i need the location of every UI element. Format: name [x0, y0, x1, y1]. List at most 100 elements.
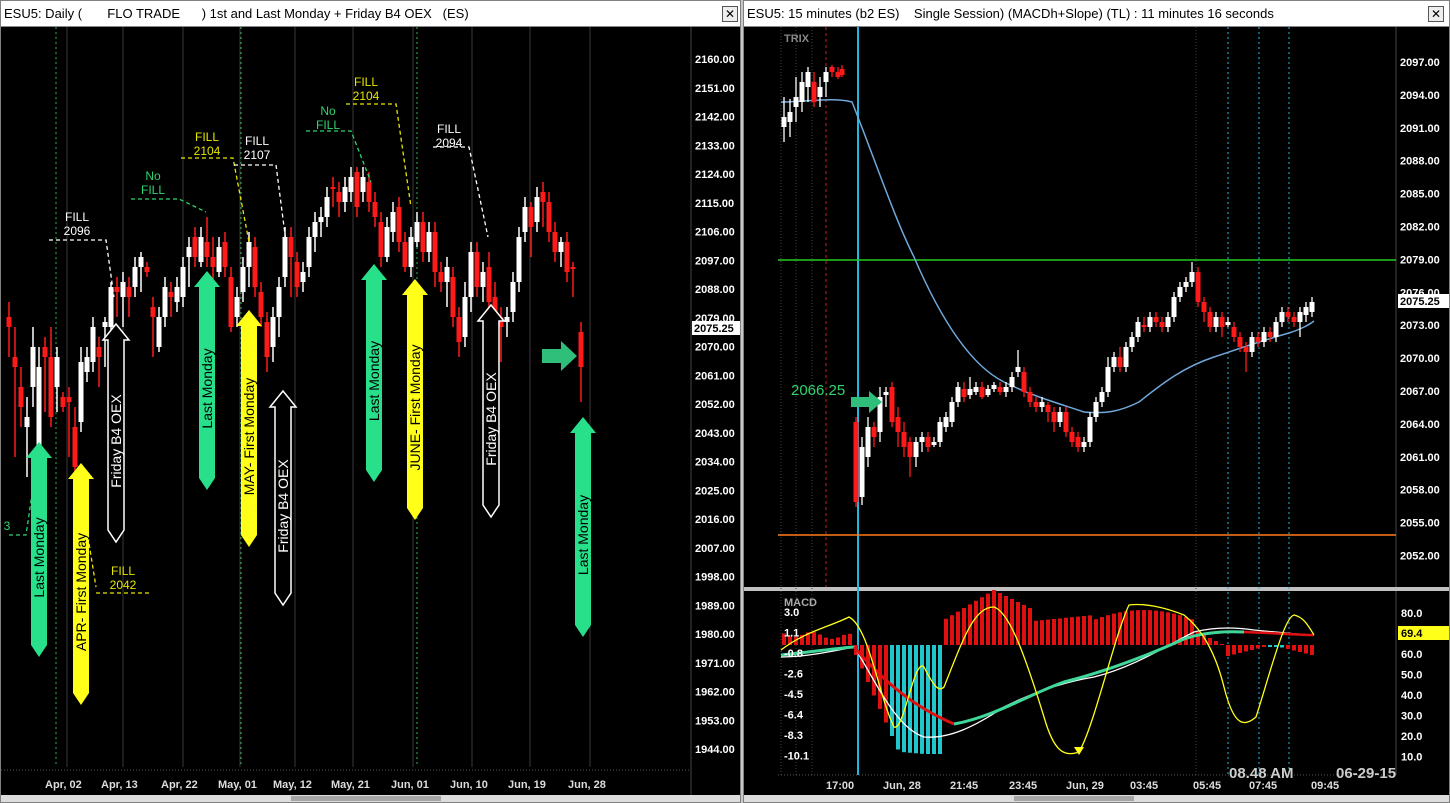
entry-price-label: 2066.25: [791, 382, 845, 399]
intraday-time-tick: Jun, 28: [883, 780, 921, 792]
intraday-time-tick: 09:45: [1311, 780, 1339, 792]
daily-price-tick: 1962.00: [695, 687, 735, 699]
daily-date-tick: Jun, 10: [450, 779, 488, 791]
macd-left-tick: 3.0: [784, 607, 799, 619]
daily-date-tick: May, 12: [273, 779, 312, 791]
daily-price-tick: 1989.00: [695, 600, 735, 612]
daily-date-tick: Jun, 19: [508, 779, 546, 791]
arrow-label: MAY- First Monday: [241, 378, 257, 495]
daily-price-tick: 2061.00: [695, 370, 735, 382]
arrow-label: Last Monday: [31, 517, 47, 597]
arrow-label: Friday B4 OEX: [275, 459, 291, 553]
daily-price-tick: 2151.00: [695, 83, 735, 95]
macd-right-tick: 40.0: [1401, 690, 1422, 702]
daily-chart-scroll-thumb[interactable]: [291, 796, 441, 801]
daily-date-tick: May, 21: [331, 779, 370, 791]
edge-label: 3: [4, 519, 11, 533]
daily-chart-close-button[interactable]: ✕: [722, 6, 738, 22]
intraday-chart-scroll-thumb[interactable]: [1014, 796, 1134, 801]
daily-date-tick: Jun, 01: [391, 779, 429, 791]
intraday-price-tick: 2091.00: [1400, 123, 1440, 135]
intraday-price-tick: 2073.00: [1400, 320, 1440, 332]
macd-right-tick: 60.0: [1401, 649, 1422, 661]
arrow-label: Last Monday: [575, 495, 591, 575]
daily-price-tick: 2097.00: [695, 255, 735, 267]
fill-note-6: FILL: [354, 75, 378, 89]
intraday-price-tick: 2052.00: [1400, 551, 1440, 563]
macd-left-tick: -10.1: [784, 751, 809, 763]
intraday-time-tick: 23:45: [1009, 780, 1037, 792]
daily-chart-window: ESU5: Daily ( FLO TRADE ) 1st and Last M…: [0, 0, 741, 803]
fill-note-2-value: FILL: [141, 183, 165, 197]
fill-note-7: FILL: [437, 122, 461, 136]
fill-note-2: No: [145, 169, 161, 183]
daily-price-tick: 2106.00: [695, 227, 735, 239]
daily-chart-title: ESU5: Daily ( FLO TRADE ) 1st and Last M…: [1, 1, 740, 27]
daily-date-tick: Apr, 02: [45, 779, 82, 791]
fill-note-6-value: 2104: [353, 89, 380, 103]
intraday-chart-close-button[interactable]: ✕: [1428, 6, 1444, 22]
macd-right-tick: 10.0: [1401, 752, 1422, 764]
fill-note-1-value: 2096: [64, 224, 91, 238]
intraday-last-price: 2075.25: [1400, 296, 1440, 308]
macd-left-tick: -6.4: [784, 710, 804, 722]
arrow-label: Friday B4 OEX: [108, 394, 124, 488]
fill-note-4-value: 2107: [244, 148, 271, 162]
arrow-label: Last Monday: [366, 341, 382, 421]
fill-note-1: FILL: [65, 210, 89, 224]
intraday-price-tick: 2094.00: [1400, 90, 1440, 102]
intraday-chart-canvas[interactable]: TRIX 2066.25 2097.00 2094.00 2091.00 2088.0…: [744, 27, 1450, 797]
intraday-price-tick: 2061.00: [1400, 452, 1440, 464]
macd-left-tick: -4.5: [784, 689, 803, 701]
intraday-price-tick: 2085.00: [1400, 189, 1440, 201]
intraday-price-tick: 2067.00: [1400, 386, 1440, 398]
intraday-price-tick: 2070.00: [1400, 353, 1440, 365]
daily-price-tick: 2016.00: [695, 514, 735, 526]
intraday-price-tick: 2079.00: [1400, 254, 1440, 266]
daily-chart-canvas[interactable]: FILL 2096 No FILL FILL 2104 FILL 2107 No…: [1, 27, 741, 797]
intraday-price-tick: 2064.00: [1400, 419, 1440, 431]
macd-left-tick: 1.1: [784, 628, 799, 640]
daily-price-tick: 2088.00: [695, 284, 735, 296]
fill-note-4: FILL: [245, 134, 269, 148]
arrow-label: Friday B4 OEX: [483, 372, 499, 466]
daily-price-tick: 1944.00: [695, 744, 735, 756]
daily-chart-scrollbar[interactable]: [1, 795, 740, 802]
daily-price-tick: 2133.00: [695, 140, 735, 152]
daily-price-tick: 2142.00: [695, 112, 735, 124]
intraday-price-tick: 2058.00: [1400, 485, 1440, 497]
macd-right-tick: 80.0: [1401, 608, 1422, 620]
macd-left-tick: -0.8: [784, 648, 803, 660]
intraday-price-tick: 2088.00: [1400, 156, 1440, 168]
intraday-time-tick: 17:00: [826, 780, 854, 792]
daily-price-tick: 1971.00: [695, 658, 735, 670]
intraday-time-tick: 21:45: [950, 780, 978, 792]
fill-note-8-value: 2042: [110, 578, 137, 592]
daily-price-tick: 2007.00: [695, 543, 735, 555]
daily-price-tick: 2124.00: [695, 169, 735, 181]
intraday-chart-scrollbar[interactable]: [744, 795, 1449, 802]
fill-note-3: FILL: [195, 130, 219, 144]
daily-last-price: 2075.25: [694, 323, 734, 335]
macd-right-tick: 30.0: [1401, 711, 1422, 723]
intraday-chart-title: ESU5: 15 minutes (b2 ES) Single Session)…: [744, 1, 1449, 27]
daily-date-tick: May, 01: [218, 779, 257, 791]
macd-current-value: 69.4: [1401, 628, 1423, 640]
daily-date-tick: Apr, 13: [101, 779, 138, 791]
daily-price-tick: 1980.00: [695, 629, 735, 641]
macd-left-tick: -8.3: [784, 730, 803, 742]
arrow-label: APR- First Monday: [73, 533, 89, 651]
daily-price-tick: 2025.00: [695, 485, 735, 497]
macd-right-tick: 50.0: [1401, 670, 1422, 682]
macd-left-tick: -2.6: [784, 669, 803, 681]
clock-date: 06-29-15: [1336, 765, 1396, 782]
arrow-label: Last Monday: [199, 348, 215, 428]
intraday-time-tick: Jun, 29: [1066, 780, 1104, 792]
daily-price-tick: 2070.00: [695, 342, 735, 354]
fill-note-7-value: 2094: [436, 136, 463, 150]
daily-price-tick: 1998.00: [695, 572, 735, 584]
clock-time: 08.48 AM: [1229, 765, 1293, 782]
daily-price-tick: 1953.00: [695, 715, 735, 727]
intraday-time-tick: 05:45: [1193, 780, 1221, 792]
macd-right-tick: 20.0: [1401, 731, 1422, 743]
